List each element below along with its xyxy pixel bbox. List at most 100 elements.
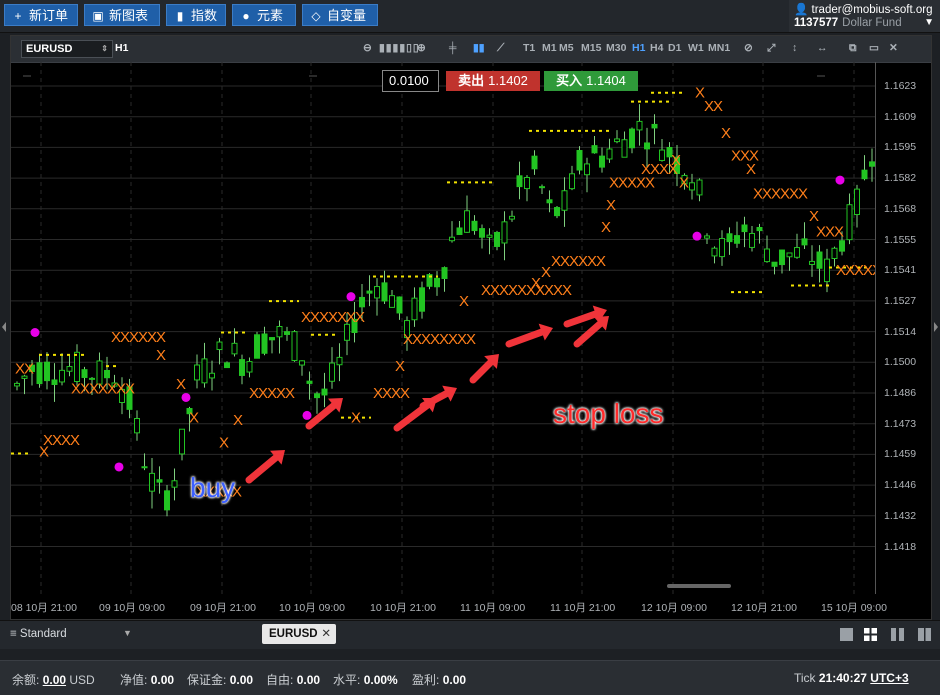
- line-chart-type-icon[interactable]: ⟋: [497, 42, 504, 55]
- account-dropdown-icon[interactable]: ▼: [924, 17, 934, 28]
- symbol-selector[interactable]: EURUSD ⇕: [21, 40, 113, 58]
- zoom-slider[interactable]: ▮▮▮▮▯▯: [379, 42, 420, 54]
- draw-line-icon[interactable]: ⊘: [744, 42, 753, 54]
- buy-button[interactable]: 买入 1.1404: [544, 71, 638, 91]
- vertical-fit-icon[interactable]: ↕: [792, 42, 797, 54]
- candle-body: [411, 297, 418, 321]
- stop-marker: X: [466, 331, 476, 348]
- timeframe-m15[interactable]: M15: [581, 42, 601, 54]
- elements-button[interactable]: ● 元素: [232, 4, 296, 26]
- detach-window-icon[interactable]: ⧉: [849, 42, 857, 55]
- new-chart-button[interactable]: ▣ 新图表: [84, 4, 160, 26]
- timeframe-m1[interactable]: M1: [542, 42, 557, 54]
- candle-body: [261, 333, 268, 354]
- template-selector[interactable]: ≡ Standard ▼: [10, 628, 132, 640]
- zoom-in-icon[interactable]: ⊕: [417, 42, 426, 54]
- timeframe-h4[interactable]: H4: [650, 42, 663, 54]
- chart-window: EURUSD ⇕ H1 ⊖ ▮▮▮▮▯▯ ⊕ ╪ ▮▮ ⟋ T1 M1 M5 M15 M3…: [10, 35, 932, 620]
- right-panel-toggle-icon[interactable]: [934, 322, 938, 332]
- candle-body: [456, 227, 463, 235]
- maximize-window-icon[interactable]: ▭: [869, 42, 879, 54]
- candle-body: [569, 173, 575, 190]
- main-toolbar: + 新订单 ▣ 新图表 ▮ 指数 ● 元素 ◇ 自变量 👤 trader@mobius-s…: [0, 0, 940, 33]
- candle-body: [861, 169, 868, 180]
- candle-body: [89, 377, 95, 380]
- tab-eurusd[interactable]: EURUSD ✕: [262, 624, 336, 644]
- price-chart[interactable]: XXXXXXXXXXXXXXXXXXXXXXXXXXXXXXXXXXXXXXXX…: [11, 62, 875, 594]
- indicators-button[interactable]: ▮ 指数: [166, 4, 226, 26]
- candle-body: [216, 341, 223, 351]
- time-tick-label: 09 10月 21:00: [190, 602, 256, 614]
- lot-size-input[interactable]: 0.0100: [382, 70, 439, 92]
- candle-body: [824, 258, 830, 283]
- stop-marker: X: [24, 360, 34, 377]
- candle-body: [464, 210, 470, 233]
- new-order-button[interactable]: + 新订单: [4, 4, 78, 26]
- layout-single-icon[interactable]: [840, 628, 853, 641]
- candle-body: [704, 235, 710, 239]
- price-tick-label: 1.1473: [884, 417, 917, 430]
- layout-rows-icon[interactable]: [918, 628, 931, 641]
- candle-body: [816, 251, 823, 269]
- zoom-out-icon[interactable]: ⊖: [363, 42, 372, 54]
- candle-body: [629, 128, 635, 149]
- stop-marker: X: [176, 376, 186, 393]
- timezone-selector[interactable]: UTC+3: [870, 671, 908, 685]
- candle-body: [719, 238, 725, 258]
- candle-body: [164, 490, 170, 511]
- candle-body: [389, 295, 395, 308]
- timeframe-m5[interactable]: M5: [559, 42, 574, 54]
- time-tick-label: 09 10月 09:00: [99, 602, 165, 614]
- candle-chart-type-icon[interactable]: ▮▮: [473, 42, 485, 54]
- account-panel[interactable]: 👤 trader@mobius-soft.org 1137577 Dollar F…: [789, 0, 940, 32]
- stop-marker: X: [721, 125, 731, 142]
- candle-body: [516, 175, 523, 188]
- candle-body: [606, 148, 613, 160]
- layout-grid-icon[interactable]: [864, 628, 877, 641]
- custom-variable-button[interactable]: ◇ 自变量: [302, 4, 378, 26]
- stop-marker: X: [596, 253, 606, 270]
- left-panel-toggle-icon[interactable]: [2, 322, 6, 332]
- price-tick-label: 1.1500: [884, 356, 917, 369]
- trend-arrow: [469, 358, 495, 384]
- candle-body: [546, 199, 553, 204]
- candle-body: [246, 361, 253, 373]
- candle-body: [561, 190, 568, 211]
- time-tick-label: 12 10月 09:00: [641, 602, 707, 614]
- close-tab-icon[interactable]: ✕: [321, 624, 331, 644]
- candle-body: [644, 142, 650, 150]
- layout-columns-icon[interactable]: [891, 628, 904, 641]
- close-window-icon[interactable]: ✕: [889, 42, 898, 54]
- bar-chart-icon: ▮: [176, 9, 184, 23]
- candle-body: [839, 240, 845, 252]
- timeframe-m30[interactable]: M30: [606, 42, 626, 54]
- timeframe-t1[interactable]: T1: [523, 42, 535, 54]
- bar-chart-type-icon[interactable]: ╪: [449, 42, 456, 54]
- stop-marker: X: [156, 347, 166, 364]
- timeframe-mn1[interactable]: MN1: [708, 42, 730, 54]
- trend-arrow: [505, 328, 546, 348]
- sell-button[interactable]: 卖出 1.1402: [446, 71, 540, 91]
- candle-body: [794, 247, 800, 258]
- timeframe-h1[interactable]: H1: [632, 42, 645, 54]
- candle-body: [614, 138, 620, 143]
- free-margin: 自由: 0.00: [266, 673, 321, 687]
- candle-body: [44, 361, 50, 382]
- candle-body: [396, 296, 403, 314]
- account-status-bar: 余额: 0.00 USD 净值: 0.00 保证金: 0.00 自由: 0.00…: [0, 660, 940, 695]
- timeframe-d1[interactable]: D1: [668, 42, 681, 54]
- fullscreen-icon[interactable]: ⤢: [767, 42, 775, 55]
- candle-body: [854, 188, 860, 216]
- candle-body: [711, 247, 718, 257]
- time-tick-label: 11 10月 21:00: [550, 602, 616, 614]
- candle-body: [771, 261, 778, 267]
- stop-marker: X: [679, 174, 689, 191]
- horizontal-fit-icon[interactable]: ↔: [817, 42, 828, 54]
- price-tick-label: 1.1446: [884, 479, 917, 492]
- candle-body: [591, 145, 598, 154]
- candle-body: [621, 139, 628, 158]
- price-tick-label: 1.1418: [884, 540, 917, 553]
- price-scale[interactable]: 1.1623 1.1609 1.1595 1.1582 1.1568 1.1555 1.15…: [875, 62, 932, 594]
- time-scale[interactable]: 08 10月 21:00 09 10月 09:00 09 10月 21:00 10 1…: [11, 594, 931, 620]
- timeframe-w1[interactable]: W1: [688, 42, 704, 54]
